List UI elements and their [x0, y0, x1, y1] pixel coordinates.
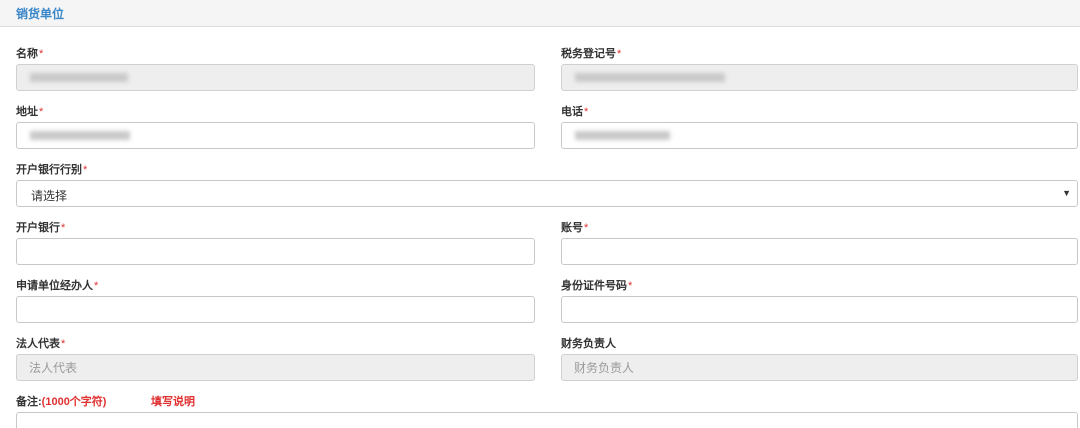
phone-label: 电话* [561, 103, 588, 119]
required-mark: * [61, 222, 66, 234]
phone-label-text: 电话 [561, 106, 583, 118]
redacted-text [575, 73, 725, 82]
name-label: 名称* [16, 45, 43, 61]
redacted-text [30, 73, 128, 82]
address-label-text: 地址 [16, 106, 38, 118]
legal-rep-label: 法人代表* [16, 335, 65, 351]
required-mark: * [584, 106, 589, 118]
remark-label-text: 备注: [16, 396, 42, 408]
tax-no-field[interactable] [561, 64, 1078, 91]
chevron-down-icon: ▼ [1062, 188, 1071, 198]
name-field[interactable] [16, 64, 535, 91]
panel-title: 销货单位 [16, 7, 65, 21]
remark-label: 备注:(1000个字符) [16, 393, 106, 409]
agent-label-text: 申请单位经办人 [16, 280, 93, 292]
required-mark: * [628, 280, 633, 292]
bank-type-label-text: 开户银行行别 [16, 164, 82, 176]
panel-header: 销货单位 [0, 0, 1080, 27]
required-mark: * [83, 164, 88, 176]
required-mark: * [39, 106, 44, 118]
finance-head-label: 财务负责人 [561, 335, 616, 351]
account-input[interactable] [561, 238, 1078, 265]
id-no-label: 身份证件号码* [561, 277, 632, 293]
required-mark: * [39, 48, 44, 60]
required-mark: * [617, 48, 622, 60]
bank-label: 开户银行* [16, 219, 65, 235]
address-label: 地址* [16, 103, 43, 119]
required-mark: * [94, 280, 99, 292]
name-label-text: 名称 [16, 48, 38, 60]
id-no-label-text: 身份证件号码 [561, 280, 627, 292]
phone-field[interactable] [561, 122, 1078, 149]
bank-label-text: 开户银行 [16, 222, 60, 234]
account-label-text: 账号 [561, 222, 583, 234]
remark-textarea[interactable] [16, 412, 1078, 428]
redacted-text [30, 131, 130, 140]
bank-type-selected-value: 请选择 [31, 189, 68, 203]
account-label: 账号* [561, 219, 588, 235]
address-field[interactable] [16, 122, 535, 149]
agent-input[interactable] [16, 296, 535, 323]
required-mark: * [61, 338, 66, 350]
finance-head-label-text: 财务负责人 [561, 338, 616, 350]
required-mark: * [584, 222, 589, 234]
fill-instructions-link[interactable]: 填写说明 [151, 393, 195, 409]
bank-type-label: 开户银行行别* [16, 161, 87, 177]
bank-type-select[interactable]: 请选择 ▼ [16, 180, 1078, 207]
tax-no-label: 税务登记号* [561, 45, 621, 61]
finance-head-input[interactable] [561, 354, 1078, 381]
tax-no-label-text: 税务登记号 [561, 48, 616, 60]
bank-input[interactable] [16, 238, 535, 265]
legal-rep-input[interactable] [16, 354, 535, 381]
legal-rep-label-text: 法人代表 [16, 338, 60, 350]
agent-label: 申请单位经办人* [16, 277, 98, 293]
remark-limit-note: (1000个字符) [41, 396, 107, 408]
id-no-input[interactable] [561, 296, 1078, 323]
redacted-text [575, 131, 670, 140]
